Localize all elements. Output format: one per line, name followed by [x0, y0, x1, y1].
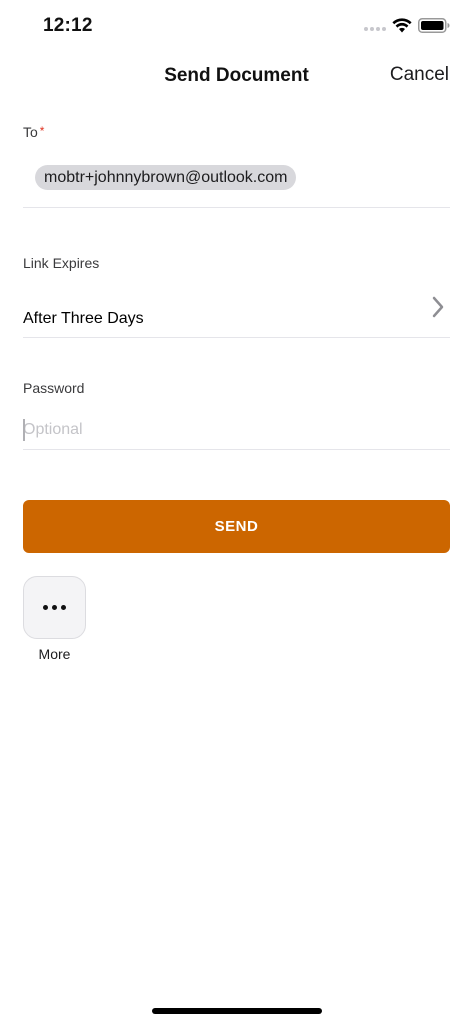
battery-icon	[418, 18, 450, 33]
send-document-screen: 12:12 Send Document Cancel To * mobtr+joh…	[0, 0, 473, 1024]
home-indicator[interactable]	[152, 1008, 322, 1014]
to-label: To	[23, 124, 38, 140]
required-mark: *	[39, 124, 45, 138]
divider	[23, 207, 450, 208]
divider	[23, 449, 450, 450]
password-input[interactable]	[23, 416, 450, 444]
status-time: 12:12	[43, 15, 93, 36]
wifi-icon	[392, 18, 412, 33]
recipient-chip[interactable]: mobtr+johnnybrown@outlook.com	[35, 165, 297, 190]
send-button[interactable]: SEND	[23, 500, 450, 553]
signal-icon	[364, 27, 386, 31]
cancel-button[interactable]: Cancel	[390, 64, 449, 86]
chevron-right-icon	[432, 296, 444, 318]
text-cursor	[23, 419, 25, 441]
status-bar: 12:12	[0, 0, 473, 54]
more-icon	[43, 605, 66, 610]
more-label: More	[38, 646, 71, 662]
link-expires-label: Link Expires	[23, 255, 100, 271]
link-expires-value: After Three Days	[23, 310, 144, 327]
password-label: Password	[23, 380, 85, 396]
more-button[interactable]	[23, 576, 86, 639]
divider	[23, 337, 450, 338]
to-label-row: To *	[23, 124, 44, 140]
link-expires-selector[interactable]: After Three Days	[23, 296, 450, 336]
